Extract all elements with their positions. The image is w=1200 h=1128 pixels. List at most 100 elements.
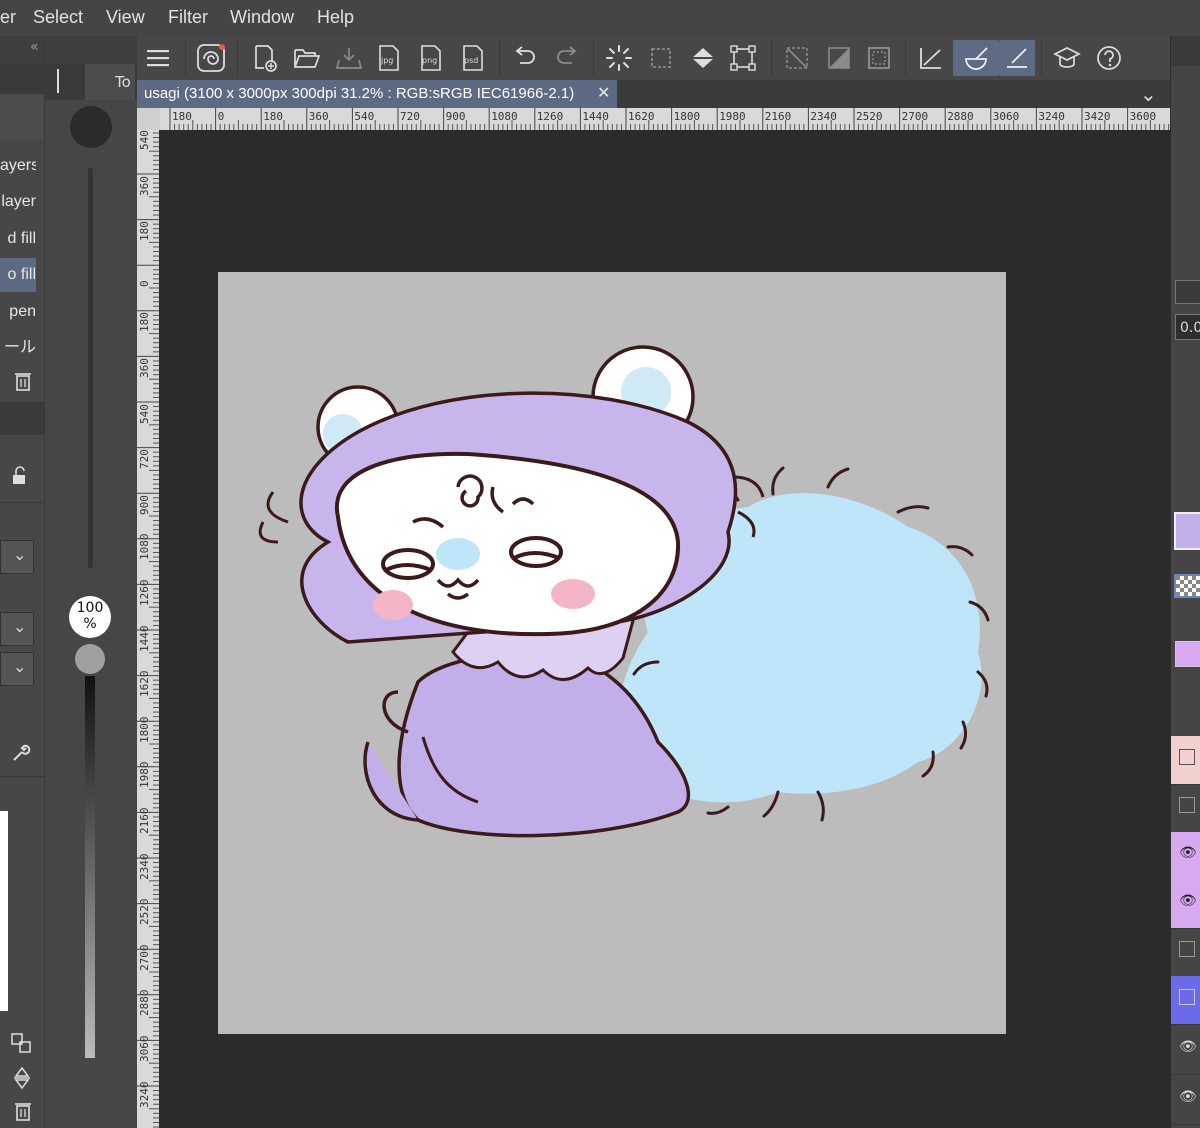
layer-row[interactable]: 👁 — [1171, 880, 1200, 929]
opacity-value: 100 — [76, 600, 104, 616]
blend-mode-dropdown[interactable]: ⌄ — [0, 612, 34, 646]
lock-icon[interactable] — [10, 466, 30, 486]
ruler-tick-label: 3240 — [138, 1081, 151, 1108]
flip-icon[interactable] — [12, 1066, 32, 1090]
ruler-tick-label: 3240 — [1038, 110, 1065, 123]
hamburger-menu-icon[interactable] — [141, 40, 177, 76]
snap-to-special-ruler-icon[interactable] — [953, 40, 999, 76]
ruler-tick-label: 3060 — [138, 1035, 151, 1063]
ruler-tick-label: 2520 — [856, 110, 883, 123]
ruler-tick-label: 2520 — [138, 898, 151, 926]
export-psd-icon[interactable]: psd — [455, 40, 491, 76]
layer-row[interactable] — [1171, 736, 1200, 785]
document-tab[interactable]: usagi (3100 x 3000px 300dpi 31.2% : RGB:… — [137, 80, 617, 108]
menu-view[interactable]: View — [106, 7, 145, 28]
ruler-tick-label: 360 — [308, 110, 329, 123]
panel-tab-strip: To — [45, 64, 137, 100]
menu-layer[interactable]: er — [0, 7, 16, 28]
help-question-icon[interactable] — [1091, 40, 1127, 76]
chevron-down-icon[interactable]: ⌄ — [1140, 82, 1157, 106]
main-color-swatch[interactable] — [1174, 512, 1200, 550]
collapse-icon[interactable]: « — [30, 39, 39, 55]
export-jpg-icon[interactable]: jpg — [371, 40, 407, 76]
layer-row[interactable]: 👁 — [1171, 832, 1200, 881]
wrench-icon[interactable] — [10, 742, 32, 764]
canvas-paper[interactable] — [218, 272, 1006, 1034]
tab-tool-property[interactable]: To — [85, 64, 135, 100]
fill-bucket-icon[interactable] — [685, 40, 721, 76]
ruler-tick-label: 1260 — [138, 579, 151, 607]
eye-icon[interactable]: 👁 — [1179, 1039, 1197, 1055]
delete-icon[interactable] — [14, 1100, 32, 1122]
selection-border-icon[interactable] — [861, 40, 897, 76]
redo-icon[interactable] — [549, 40, 585, 76]
layer-row[interactable] — [1171, 976, 1200, 1025]
sub-tool-item-fill[interactable]: d fill — [0, 222, 36, 256]
sub-tool-item-layers[interactable]: ayers — [0, 149, 36, 183]
ruler-tick-label: 1980 — [138, 761, 151, 789]
visibility-checkbox[interactable] — [1179, 749, 1195, 765]
brush-size-slider[interactable] — [88, 168, 93, 568]
ruler-tick-label: 180 — [172, 110, 192, 123]
sub-tool-item-selected-fill[interactable]: o fill — [0, 258, 36, 292]
brush-shape-dropdown[interactable]: ⌄ — [0, 540, 34, 574]
sub-tool-item-pen[interactable]: pen — [0, 295, 36, 329]
layer-row[interactable] — [1171, 784, 1200, 833]
eye-icon[interactable]: 👁 — [1179, 845, 1197, 861]
save-icon[interactable] — [331, 40, 367, 76]
ruler-tick-label: 2700 — [901, 110, 929, 123]
sub-tool-item-layer[interactable]: layer — [0, 185, 36, 219]
transform-box-icon[interactable] — [725, 40, 761, 76]
tool-property-icon[interactable] — [57, 69, 59, 93]
svg-text:psd: psd — [464, 56, 478, 65]
layer-row[interactable] — [1171, 928, 1200, 977]
brush-size-preview — [70, 106, 112, 148]
clear-selection-icon[interactable] — [779, 40, 815, 76]
ruler-tick-label: 720 — [138, 449, 151, 470]
invert-selection-icon[interactable] — [821, 40, 857, 76]
ruler-tick-label: 1440 — [582, 110, 609, 123]
eye-icon[interactable]: 👁 — [1179, 1089, 1197, 1105]
close-icon[interactable]: ✕ — [597, 80, 610, 108]
select-all-icon[interactable] — [643, 40, 679, 76]
visibility-checkbox[interactable] — [1179, 941, 1195, 957]
transparent-color-swatch[interactable] — [1174, 574, 1200, 598]
export-png-icon[interactable]: png — [413, 40, 449, 76]
layer-row[interactable]: 👁 — [1171, 1026, 1200, 1075]
ruler-tick-label: 360 — [138, 175, 151, 196]
menu-window[interactable]: Window — [230, 7, 294, 28]
loading-spinner-icon[interactable] — [601, 40, 637, 76]
layer-color-swatch[interactable] — [1175, 641, 1200, 667]
snap-to-ruler-icon[interactable] — [913, 40, 949, 76]
ruler-tick-label: 180 — [263, 110, 284, 123]
opacity-slider-knob[interactable] — [75, 644, 105, 674]
visibility-checkbox[interactable] — [1179, 989, 1195, 1005]
opacity-slider[interactable] — [85, 676, 95, 1058]
learn-mortarboard-icon[interactable] — [1049, 40, 1085, 76]
sub-tool-item-tool[interactable]: ール — [0, 331, 36, 365]
ruler-tick-label: 180 — [138, 312, 151, 333]
new-file-icon[interactable] — [247, 40, 283, 76]
open-folder-icon[interactable] — [289, 40, 325, 76]
menu-select[interactable]: Select — [33, 7, 83, 28]
eye-icon[interactable]: 👁 — [1179, 893, 1197, 909]
chevron-down-icon: ⌄ — [13, 657, 27, 676]
transform-icon[interactable] — [10, 1032, 32, 1054]
svg-text:jpg: jpg — [380, 56, 393, 65]
value-field[interactable]: 0.0 — [1175, 314, 1200, 340]
snap-to-grid-icon[interactable] — [999, 40, 1035, 76]
panel-tab-strip — [0, 64, 44, 94]
undo-icon[interactable] — [507, 40, 543, 76]
ruler-tick-label: 3060 — [992, 110, 1020, 123]
ruler-tick-label: 1260 — [536, 110, 564, 123]
menu-filter[interactable]: Filter — [168, 7, 208, 28]
command-bar: jpg png psd — [137, 36, 1170, 81]
clip-studio-icon[interactable] — [193, 40, 229, 76]
delete-icon[interactable] — [14, 370, 32, 392]
layer-row[interactable]: 👁 — [1171, 1076, 1200, 1125]
menu-help[interactable]: Help — [317, 7, 354, 28]
ruler-tick-label: 360 — [138, 358, 151, 378]
texture-dropdown[interactable]: ⌄ — [0, 652, 34, 686]
visibility-checkbox[interactable] — [1179, 797, 1195, 813]
property-field[interactable] — [1175, 280, 1200, 304]
